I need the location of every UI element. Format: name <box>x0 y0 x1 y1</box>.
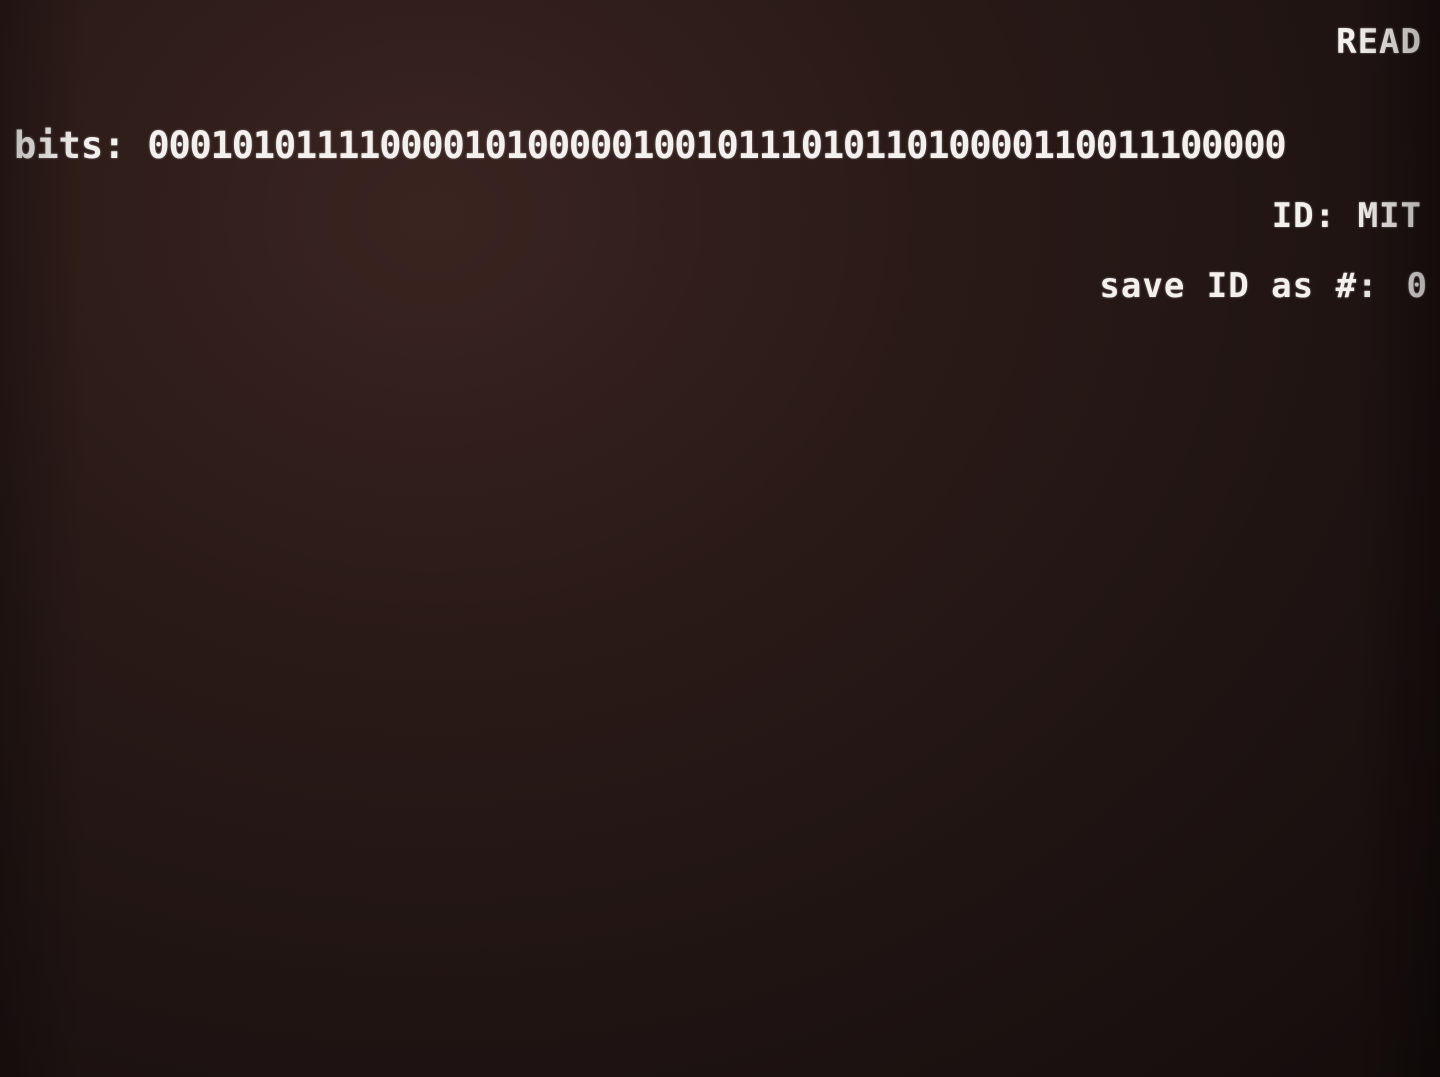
save-id-prompt[interactable]: save ID as #: 0 <box>1099 266 1428 306</box>
save-id-input-value[interactable]: 0 <box>1407 266 1428 306</box>
terminal-screen: READ bits: 000101011110000101000001001011… <box>0 0 1440 1077</box>
bits-row: bits: 00010101111000010100000100101110101… <box>14 124 1287 167</box>
status-text: READ <box>1336 22 1422 62</box>
id-label: ID: MIT <box>1271 196 1422 236</box>
bits-label: bits: <box>14 124 126 167</box>
bits-value: 0001010111100001010000010010111010110100… <box>147 124 1286 167</box>
save-id-label: save ID as #: <box>1099 266 1379 306</box>
